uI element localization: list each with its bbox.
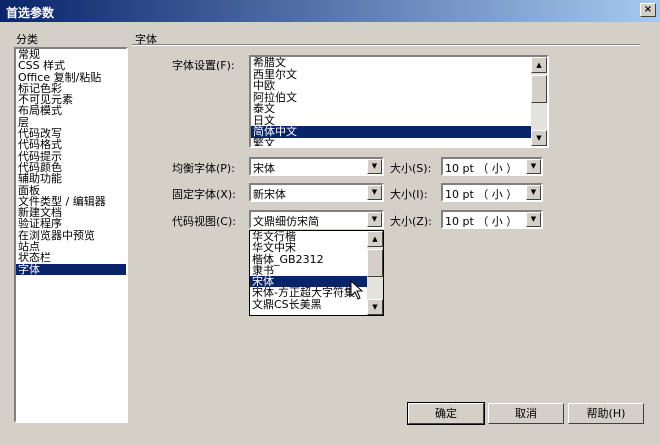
code-view-size-label: 大小(Z): [390, 215, 432, 228]
category-item[interactable]: 验证程序 [16, 218, 126, 229]
font-option[interactable]: 华文中宋 [250, 242, 383, 253]
category-item[interactable]: 新建文档 [16, 207, 126, 218]
scroll-thumb[interactable] [367, 249, 383, 277]
font-option[interactable]: 文鼎CS长美黑 [250, 299, 383, 310]
category-item[interactable]: 代码提示 [16, 151, 126, 162]
category-item[interactable]: 文件类型 / 编辑器 [16, 196, 126, 207]
font-settings-item[interactable]: 西里尔文 [251, 69, 547, 81]
proportional-font-value: 宋体 [253, 162, 275, 175]
dropdown-arrow-icon[interactable]: ▼ [526, 159, 541, 174]
category-item[interactable]: 面板 [16, 185, 126, 196]
fixed-font-label: 固定字体(X): [172, 188, 236, 201]
fixed-size-select[interactable]: 10 pt （ 小 ） ▼ [441, 183, 543, 202]
title-bar: 首选参数 × [0, 0, 660, 22]
code-view-font-select[interactable]: 文鼎细仿宋简 ▼ [249, 210, 384, 229]
ok-button[interactable]: 确定 [407, 402, 485, 425]
scroll-thumb[interactable] [531, 75, 547, 103]
close-button[interactable]: × [640, 3, 656, 17]
category-item[interactable]: 常规 [16, 49, 126, 60]
font-settings-item[interactable]: 繁文 [251, 138, 547, 146]
font-settings-scrollbar[interactable]: ▲ ▼ [531, 57, 547, 146]
font-settings-item[interactable]: 希腊文 [251, 57, 547, 69]
proportional-font-label: 均衡字体(P): [172, 162, 235, 175]
category-item[interactable]: CSS 样式 [16, 60, 126, 71]
category-header: 分类 [16, 33, 38, 46]
code-view-font-value: 文鼎细仿宋简 [253, 215, 319, 228]
mouse-pointer-icon [350, 280, 364, 300]
dropdown-arrow-icon[interactable]: ▼ [526, 212, 541, 227]
fixed-size-value: 10 pt （ 小 ） [445, 188, 518, 201]
category-item[interactable]: 辅助功能 [16, 173, 126, 184]
dropdown-arrow-icon[interactable]: ▼ [367, 185, 382, 200]
category-item[interactable]: 站点 [16, 241, 126, 252]
category-item[interactable]: 布局模式 [16, 105, 126, 116]
category-item[interactable]: Office 复制/粘贴 [16, 72, 126, 83]
font-settings-items: 希腊文 西里尔文 中欧 阿拉伯文 泰文 日文 简体中文 繁文 [251, 57, 547, 146]
category-item[interactable]: 代码颜色 [16, 162, 126, 173]
category-item[interactable]: 在浏览器中预览 [16, 230, 126, 241]
font-settings-label: 字体设置(F): [172, 59, 235, 72]
code-view-label: 代码视图(C): [172, 215, 236, 228]
down-arrow-icon[interactable]: ▼ [367, 299, 383, 315]
proportional-font-select[interactable]: 宋体 ▼ [249, 157, 384, 176]
down-arrow-icon[interactable]: ▼ [531, 130, 547, 146]
font-settings-item[interactable]: 中欧 [251, 80, 547, 92]
font-settings-list[interactable]: 希腊文 西里尔文 中欧 阿拉伯文 泰文 日文 简体中文 繁文 ▲ ▼ [249, 55, 549, 148]
up-arrow-icon[interactable]: ▲ [531, 57, 547, 73]
code-view-size-value: 10 pt （ 小 ） [445, 215, 518, 228]
dropdown-arrow-icon[interactable]: ▼ [367, 212, 382, 227]
up-arrow-icon[interactable]: ▲ [367, 231, 383, 247]
fixed-size-label: 大小(I): [390, 188, 428, 201]
proportional-size-value: 10 pt （ 小 ） [445, 162, 518, 175]
proportional-size-label: 大小(S): [390, 162, 432, 175]
category-item[interactable]: 层 [16, 117, 126, 128]
category-list[interactable]: 常规 CSS 样式 Office 复制/粘贴 标记色彩 不可见元素 布局模式层代码改写 代码… [14, 47, 128, 423]
category-item[interactable]: 字体 [16, 263, 126, 275]
code-view-font-dropdown[interactable]: 华文行楷 华文中宋 楷体_GB2312 隶书 宋体 宋体-方正超大字符集 文鼎CS长美黑 ▲… [249, 230, 384, 316]
font-settings-item[interactable]: 简体中文 [251, 126, 547, 138]
category-item[interactable]: 代码格式 [16, 139, 126, 150]
proportional-size-select[interactable]: 10 pt （ 小 ） ▼ [441, 157, 543, 176]
category-item[interactable]: 代码改写 [16, 128, 126, 139]
category-item[interactable]: 标记色彩 [16, 83, 126, 94]
dropdown-arrow-icon[interactable]: ▼ [367, 159, 382, 174]
window-title: 首选参数 [6, 6, 55, 20]
section-divider [132, 44, 640, 46]
dropdown-scrollbar[interactable]: ▲ ▼ [367, 231, 383, 315]
category-item[interactable]: 状态栏 [16, 252, 126, 263]
code-view-size-select[interactable]: 10 pt （ 小 ） ▼ [441, 210, 543, 229]
dropdown-arrow-icon[interactable]: ▼ [526, 185, 541, 200]
fixed-font-value: 新宋体 [253, 188, 286, 201]
fixed-font-select[interactable]: 新宋体 ▼ [249, 183, 384, 202]
category-item[interactable]: 不可见元素 [16, 94, 126, 105]
font-settings-item[interactable]: 阿拉伯文 [251, 92, 547, 104]
help-button[interactable]: 帮助(H) [568, 403, 644, 424]
cancel-button[interactable]: 取消 [488, 403, 564, 424]
font-settings-item[interactable]: 泰文 [251, 103, 547, 115]
